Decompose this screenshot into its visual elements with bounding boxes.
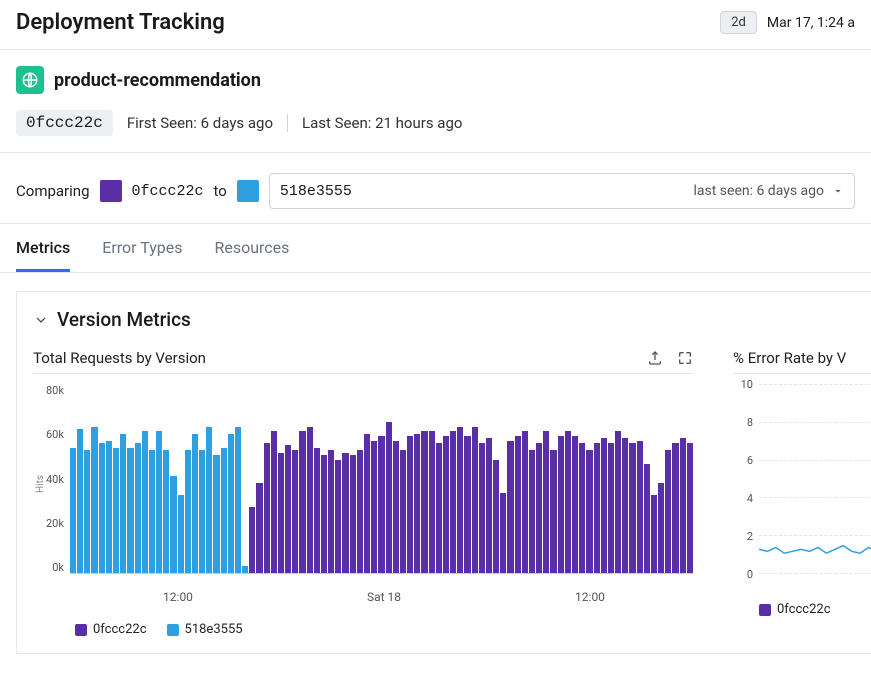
bar-plot	[70, 384, 693, 574]
comparing-label: Comparing	[16, 182, 90, 200]
legend-swatch	[167, 624, 179, 636]
legend-swatch	[759, 604, 771, 616]
time-display[interactable]: Mar 17, 1:24 a	[767, 15, 855, 31]
legend-item[interactable]: 0fccc22c	[75, 622, 147, 637]
line-plot	[759, 386, 871, 576]
yaxis-ticks: 80k 60k 40k 20k 0k	[46, 384, 70, 574]
chart-legend: 0fccc22c	[759, 602, 871, 617]
legend-item[interactable]: 518e3555	[167, 622, 243, 637]
chart-error-rate: % Error Rate by V 10 8 6 4 2 0 0fccc22c	[733, 349, 871, 637]
yaxis-label: Hits	[33, 384, 46, 584]
chevron-down-icon	[33, 312, 49, 328]
service-name: product-recommendation	[54, 70, 261, 91]
compare-to-swatch	[237, 180, 259, 202]
page-title: Deployment Tracking	[16, 10, 225, 35]
chart-title: Total Requests by Version	[33, 349, 206, 367]
section-header[interactable]: Version Metrics	[33, 308, 855, 331]
separator	[287, 114, 288, 132]
xaxis-ticks: 12:00 Sat 18 12:00	[75, 590, 693, 604]
chevron-down-icon	[832, 185, 844, 197]
compare-to-meta: last seen: 6 days ago	[694, 183, 825, 199]
legend-swatch	[75, 624, 87, 636]
first-seen-text: First Seen: 6 days ago	[127, 114, 273, 132]
chart-total-requests: Total Requests by Version Hits 80k 60k 4…	[33, 349, 693, 637]
compare-from-hash: 0fccc22c	[132, 183, 204, 200]
chart-title: % Error Rate by V	[733, 349, 846, 367]
time-controls: 2d Mar 17, 1:24 a	[720, 11, 855, 34]
expand-icon[interactable]	[677, 350, 693, 366]
export-icon[interactable]	[647, 350, 663, 366]
tabs: Metrics Error Types Resources	[0, 224, 871, 273]
section-title: Version Metrics	[57, 308, 191, 331]
compare-to-label: to	[214, 182, 227, 200]
compare-to-select[interactable]: 518e3555 last seen: 6 days ago	[269, 173, 855, 209]
yaxis-ticks: 10 8 6 4 2 0	[733, 384, 753, 574]
chart-legend: 0fccc22c 518e3555	[75, 622, 693, 637]
compare-to-hash: 518e3555	[280, 183, 352, 200]
legend-item[interactable]: 0fccc22c	[759, 602, 831, 617]
tab-metrics[interactable]: Metrics	[16, 224, 70, 272]
time-range-button[interactable]: 2d	[720, 11, 757, 34]
globe-icon	[16, 66, 44, 94]
last-seen-text: Last Seen: 21 hours ago	[302, 114, 462, 132]
tab-resources[interactable]: Resources	[214, 224, 289, 272]
tab-error-types[interactable]: Error Types	[102, 224, 182, 272]
primary-version-hash[interactable]: 0fccc22c	[16, 110, 113, 136]
compare-from-swatch	[100, 180, 122, 202]
